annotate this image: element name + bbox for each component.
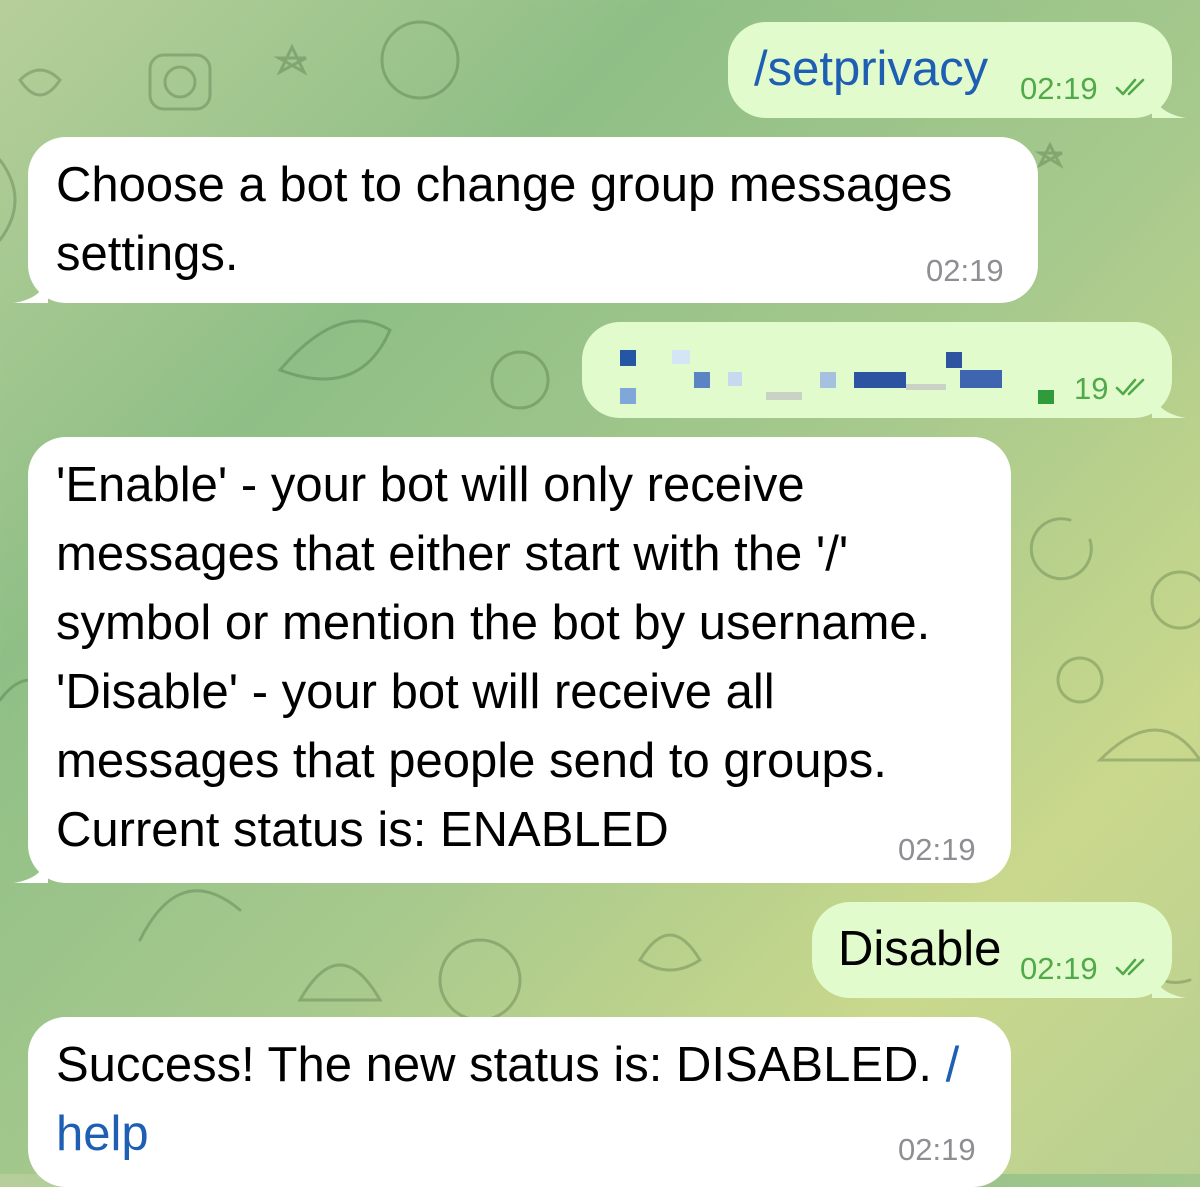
pixel-block [694,372,710,388]
pixel-block [854,372,906,388]
message-text: Choose a bot to change group messages se… [56,151,952,289]
message-time: 02:19 [1020,951,1098,986]
message-text: Success! The new status is: DISABLED. / … [56,1031,959,1169]
message-text-line: help [56,1100,959,1169]
message-time: 02:19 [898,832,976,867]
incoming-message-choose-bot[interactable]: Choose a bot to change group messages se… [14,137,1038,303]
pixel-block [620,388,636,404]
bubble-tail [1152,84,1186,118]
message-time: 02:19 [898,1132,976,1167]
bubble-tail [1152,964,1186,998]
double-check-icon [1115,958,1145,976]
message-text: Disable [838,922,1002,976]
help-command-link[interactable]: / [946,1038,960,1092]
message-text-line: messages that either start with the '/' [56,527,849,581]
pixel-block [960,370,1002,388]
message-text-line: symbol or mention the bot by username. [56,596,931,650]
pixel-block [906,384,946,390]
bubble-tail [1152,384,1186,418]
incoming-message-success[interactable]: Success! The new status is: DISABLED. / … [28,1017,1011,1187]
pixelated-username [582,322,1042,418]
message-text-line: Success! The new status is: DISABLED. / [56,1031,959,1100]
help-command-link[interactable]: help [56,1107,149,1161]
message-text-line: 'Disable' - your bot will receive all [56,665,775,719]
message-text: 'Enable' - your bot will only receive me… [56,451,930,865]
pixel-block [946,352,962,368]
outgoing-message-setprivacy[interactable]: /setprivacy 02:19 [728,22,1186,118]
message-text-line: 'Enable' - your bot will only receive [56,458,805,512]
message-text-line: Choose a bot to change group messages [56,158,953,212]
pixel-block [766,392,802,400]
pixel-block [620,350,636,366]
bubble-tail [14,269,48,303]
double-check-icon [1115,378,1145,396]
message-text-line: settings. [56,227,239,281]
message-time: 02:19 [926,253,1004,288]
message-text-line: Current status is: ENABLED [56,803,669,857]
bubble-tail [14,849,48,883]
double-check-icon [1115,78,1145,96]
outgoing-message-bot-username[interactable]: 19 [582,322,1186,418]
message-time: 02:19 [1020,71,1098,106]
pixel-block [672,350,690,364]
pixel-block [820,372,836,388]
pixel-block [1038,390,1054,404]
message-text-prefix: Success! The new status is: DISABLED. [56,1038,933,1092]
pixel-block [728,372,742,386]
outgoing-message-disable[interactable]: Disable 02:19 [812,902,1186,998]
incoming-message-privacy-info[interactable]: 'Enable' - your bot will only receive me… [14,437,1011,883]
chat-message-list[interactable]: /setprivacy 02:19 Choose a bot to change… [0,0,1200,1187]
message-text[interactable]: /setprivacy [754,35,988,104]
message-text-line: messages that people send to groups. [56,734,887,788]
message-time-partial: 19 [1074,371,1109,406]
